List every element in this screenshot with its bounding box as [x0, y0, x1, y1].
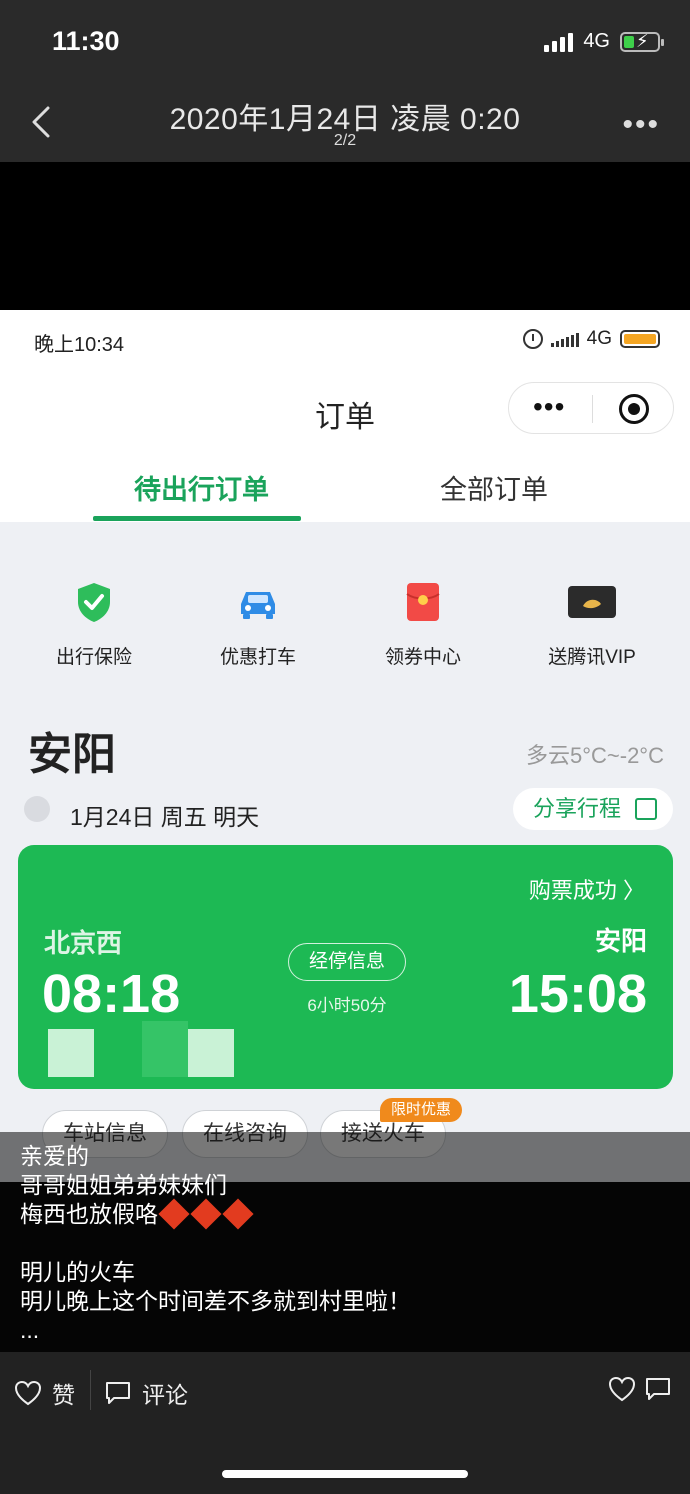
image-counter: 2/2	[333, 132, 357, 149]
ticket-card[interactable]: 购票成功 〉 北京西 安阳 08:18 15:08 经停信息 6小时50分	[18, 845, 673, 1089]
like-label: 赞	[52, 1382, 75, 1408]
promo-badge: 限时优惠	[380, 1098, 462, 1122]
caption-line: 哥哥姐姐弟弟妹妹们	[20, 1172, 227, 1198]
arrive-time: 15:08	[508, 964, 647, 1024]
like-button[interactable]: 赞	[14, 1376, 75, 1410]
to-station: 安阳	[594, 926, 647, 956]
more-icon[interactable]: •••	[622, 108, 660, 142]
tab-pending-orders[interactable]: 待出行订单	[134, 468, 269, 507]
caption-more[interactable]: ...	[20, 1316, 411, 1345]
heart-icon	[608, 1376, 636, 1402]
redacted-block	[142, 1021, 188, 1077]
caption-line	[20, 1229, 411, 1258]
fu-emoji-icon	[222, 1198, 254, 1230]
quick-link-label: 送腾讯VIP	[548, 647, 636, 668]
share-trip-button[interactable]: 分享行程	[513, 788, 673, 830]
quick-link-insurance[interactable]: 出行保险	[19, 580, 169, 669]
shield-check-icon	[72, 580, 116, 624]
inner-network: 4G	[586, 328, 612, 349]
clock-icon	[24, 796, 50, 822]
share-trip-label: 分享行程	[533, 796, 622, 821]
inner-time: 晚上10:34	[34, 334, 125, 356]
depart-time: 08:18	[42, 964, 181, 1024]
trip-duration: 6小时50分	[307, 996, 387, 1015]
from-station: 北京西	[44, 928, 123, 958]
comment-icon	[646, 1378, 670, 1400]
bottom-action-bar: 赞 评论	[0, 1352, 690, 1494]
quick-link-coupons[interactable]: 领券中心	[348, 580, 498, 669]
redacted-block	[48, 1029, 94, 1077]
battery-charging-icon: ⚡	[620, 31, 664, 52]
comment-count-button[interactable]	[644, 1376, 672, 1402]
more-icon[interactable]: •••	[533, 391, 565, 423]
post-caption: 亲爱的 哥哥姐姐弟弟妹妹们 梅西也放假咯 明儿的火车 明儿晚上这个时间差不多就到…	[0, 1132, 690, 1352]
signal-icon	[544, 32, 574, 52]
car-icon	[236, 580, 280, 624]
red-envelope-icon	[401, 580, 445, 624]
battery-icon	[620, 330, 660, 348]
stops-info-button[interactable]: 经停信息	[288, 943, 406, 981]
weather-info: 多云5°C~-2°C	[525, 743, 664, 768]
comment-icon	[106, 1382, 130, 1404]
home-indicator[interactable]	[222, 1470, 468, 1478]
caption-line: 明儿晚上这个时间差不多就到村里啦！	[20, 1288, 411, 1314]
destination-city: 安阳	[28, 730, 116, 779]
comment-label: 评论	[142, 1382, 188, 1408]
embedded-screenshot: 晚上10:34 4G 订单 ••• 待出行订单 全部订单 出行保险 优惠打车 领…	[0, 310, 690, 1182]
network-type: 4G	[583, 30, 610, 52]
quick-link-label: 出行保险	[55, 647, 132, 668]
redacted-block	[188, 1029, 234, 1077]
share-icon	[635, 798, 657, 820]
like-count-button[interactable]	[608, 1376, 636, 1402]
device-time: 11:30	[52, 26, 120, 56]
caption-line: 亲爱的	[20, 1143, 89, 1169]
caption-line: 明儿的火车	[20, 1259, 135, 1285]
miniprogram-capsule: •••	[508, 382, 674, 434]
fu-emoji-icon	[158, 1198, 190, 1230]
app-header: 订单 ••• 待出行订单 全部订单	[0, 370, 690, 522]
alarm-icon	[522, 329, 543, 349]
quick-link-label: 领券中心	[384, 647, 461, 668]
tab-all-orders[interactable]: 全部订单	[440, 468, 548, 507]
viewer-header: 2020年1月24日 凌晨 0:20 2/2 •••	[0, 88, 690, 162]
inner-status-bar: 晚上10:34 4G	[0, 310, 690, 370]
device-status-bar: 11:30 4G ⚡	[0, 0, 690, 88]
signal-icon	[550, 331, 579, 347]
comment-button[interactable]: 评论	[104, 1376, 188, 1410]
quick-link-taxi[interactable]: 优惠打车	[183, 580, 333, 669]
quick-link-vip[interactable]: 送腾讯VIP	[517, 580, 667, 669]
caption-line-with-emoji: 梅西也放假咯	[20, 1198, 411, 1230]
vip-card-icon	[567, 580, 617, 624]
ticket-status[interactable]: 购票成功 〉	[529, 873, 645, 905]
heart-icon	[14, 1380, 42, 1406]
close-target-icon[interactable]	[619, 394, 649, 424]
active-tab-indicator	[93, 516, 301, 521]
fu-emoji-icon	[190, 1198, 222, 1230]
divider	[90, 1370, 91, 1410]
quick-link-label: 优惠打车	[219, 647, 296, 668]
trip-date: 1月24日 周五 明天	[70, 804, 260, 830]
